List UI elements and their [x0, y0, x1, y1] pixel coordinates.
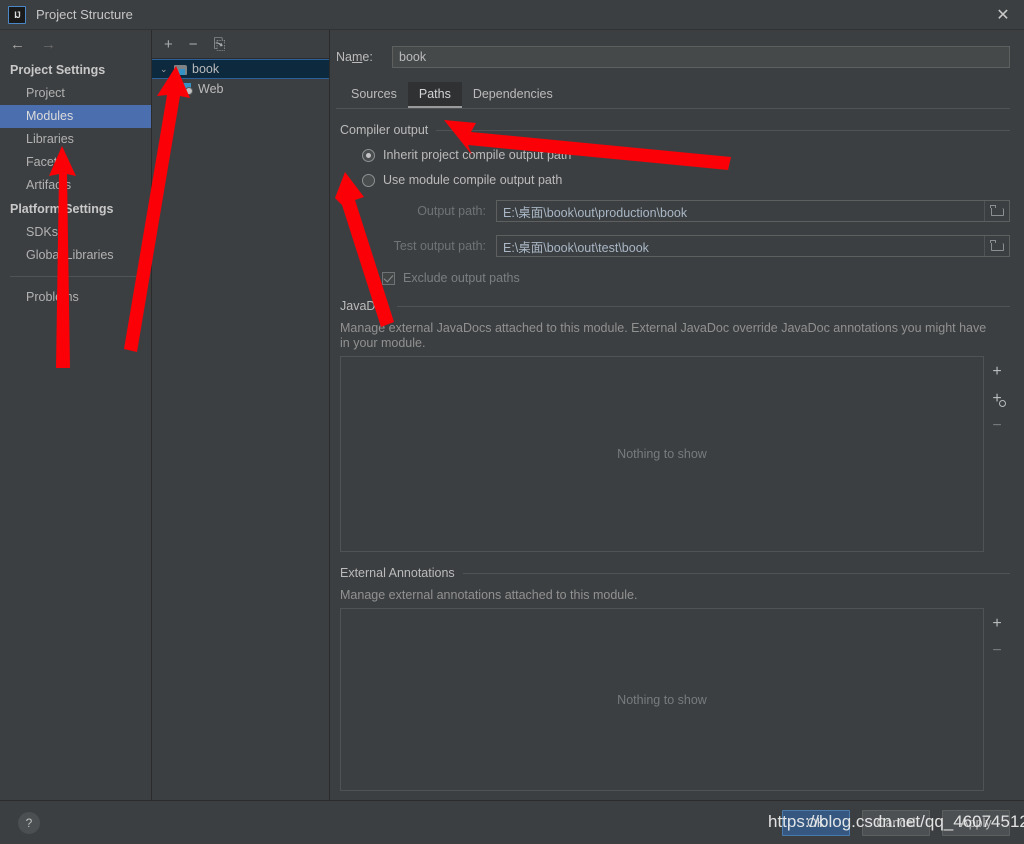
- module-name-input[interactable]: [392, 46, 1010, 68]
- javadoc-group-header: JavaDoc: [336, 299, 1010, 313]
- module-tree-toolbar: + − ⎘: [152, 30, 329, 59]
- module-tabs: Sources Paths Dependencies: [336, 82, 1010, 109]
- cancel-button[interactable]: Cancel: [862, 809, 930, 836]
- javadoc-label: JavaDoc: [340, 299, 389, 313]
- javadoc-add-icon[interactable]: +: [988, 364, 1006, 380]
- apply-button[interactable]: Apply: [942, 809, 1010, 836]
- tree-node-label: book: [192, 62, 220, 76]
- exclude-output-paths-label: Exclude output paths: [403, 271, 520, 285]
- external-annotations-description: Manage external annotations attached to …: [340, 588, 638, 602]
- group-separator-line: [396, 305, 1010, 307]
- exclude-output-paths-row[interactable]: Exclude output paths: [336, 271, 1010, 285]
- module-name-row: Name:: [336, 42, 1010, 68]
- inherit-output-path-radio-row[interactable]: Inherit project compile output path: [336, 148, 1010, 162]
- module-output-path-radio-row[interactable]: Use module compile output path: [336, 173, 1010, 187]
- test-output-path-row: Test output path:: [336, 235, 1010, 257]
- chevron-down-icon[interactable]: ⌄: [160, 64, 174, 75]
- sidebar-item-global-libraries[interactable]: Global Libraries: [0, 244, 151, 267]
- sidebar-item-facets[interactable]: Facets: [0, 151, 151, 174]
- close-icon[interactable]: ✕: [988, 3, 1018, 27]
- ok-button[interactable]: OK: [782, 809, 850, 836]
- group-separator-line: [436, 129, 1010, 131]
- javadoc-description: Manage external JavaDocs attached to thi…: [340, 321, 987, 350]
- external-annotations-group-header: External Annotations: [336, 566, 1010, 580]
- sidebar-group-platform-settings: Platform Settings: [10, 202, 114, 216]
- folder-icon: [990, 205, 1004, 216]
- tree-node-web[interactable]: Web: [152, 79, 329, 99]
- module-icon: [174, 64, 187, 75]
- tab-paths[interactable]: Paths: [407, 82, 462, 108]
- folder-icon: [990, 240, 1004, 251]
- remove-module-icon[interactable]: −: [189, 37, 198, 52]
- external-annotations-list[interactable]: Nothing to show: [340, 608, 984, 791]
- module-output-path-label: Use module compile output path: [383, 173, 563, 187]
- javadoc-remove-icon[interactable]: −: [988, 418, 1006, 434]
- output-path-field[interactable]: [496, 200, 1010, 222]
- javadoc-list[interactable]: Nothing to show: [340, 356, 984, 552]
- tree-node-book[interactable]: ⌄ book: [152, 59, 329, 79]
- forward-arrow-icon[interactable]: →: [41, 37, 56, 52]
- compiler-output-label: Compiler output: [340, 123, 429, 137]
- sidebar-item-project[interactable]: Project: [0, 82, 151, 105]
- javadoc-list-box: Nothing to show + + −: [340, 356, 1010, 552]
- javadoc-list-buttons: + + −: [984, 356, 1010, 552]
- copy-module-icon[interactable]: ⎘: [214, 37, 226, 52]
- dialog-body: ← → Project Settings Project Modules Lib…: [0, 30, 1024, 800]
- output-path-row: Output path:: [336, 200, 1010, 222]
- sidebar-item-libraries[interactable]: Libraries: [0, 128, 151, 151]
- intellij-idea-icon: IJ: [8, 5, 26, 24]
- inherit-output-path-radio[interactable]: [362, 148, 375, 162]
- test-output-path-field[interactable]: [496, 235, 1010, 257]
- exclude-output-paths-checkbox[interactable]: [382, 271, 395, 285]
- module-name-label: Name:: [336, 50, 373, 64]
- help-icon[interactable]: ?: [18, 811, 40, 834]
- web-facet-icon: [180, 83, 193, 95]
- compiler-output-group-header: Compiler output: [336, 123, 1010, 137]
- module-tree-panel: + − ⎘ ⌄ book Web: [152, 30, 330, 800]
- dialog-button-bar: ? OK Cancel Apply: [0, 800, 1024, 844]
- group-separator-line: [462, 572, 1010, 574]
- module-output-path-radio[interactable]: [362, 173, 375, 187]
- external-annotations-remove-icon[interactable]: −: [988, 643, 1006, 659]
- external-annotations-add-icon[interactable]: +: [988, 616, 1006, 632]
- sidebar-group-project-settings: Project Settings: [10, 63, 106, 77]
- test-output-path-label: Test output path:: [393, 239, 486, 253]
- test-output-path-browse-button[interactable]: [984, 236, 1009, 256]
- window-title-bar: IJ Project Structure ✕: [0, 0, 1024, 30]
- test-output-path-input[interactable]: [497, 236, 984, 256]
- tree-node-label: Web: [198, 82, 224, 96]
- back-arrow-icon[interactable]: ←: [10, 37, 25, 52]
- sidebar-divider: [10, 276, 141, 277]
- output-path-label: Output path:: [417, 204, 486, 218]
- inherit-output-path-label: Inherit project compile output path: [383, 148, 572, 162]
- external-annotations-label: External Annotations: [340, 566, 455, 580]
- module-detail-panel: Name: Sources Paths Dependencies Compile…: [330, 30, 1024, 800]
- tab-dependencies[interactable]: Dependencies: [462, 82, 564, 108]
- sidebar-item-sdks[interactable]: SDKs: [0, 221, 151, 244]
- external-annotations-empty-text: Nothing to show: [617, 692, 707, 707]
- settings-sidebar: ← → Project Settings Project Modules Lib…: [0, 30, 152, 800]
- tab-sources[interactable]: Sources: [340, 82, 408, 108]
- sidebar-item-modules[interactable]: Modules: [0, 105, 151, 128]
- external-annotations-list-buttons: + −: [984, 608, 1010, 791]
- output-path-browse-button[interactable]: [984, 201, 1009, 221]
- sidebar-item-problems[interactable]: Problems: [0, 286, 151, 309]
- javadoc-add-url-icon[interactable]: +: [988, 391, 1006, 407]
- external-annotations-list-box: Nothing to show + −: [340, 608, 1010, 791]
- navigation-arrows: ← →: [0, 30, 151, 58]
- add-module-icon[interactable]: +: [164, 37, 173, 52]
- window-title: Project Structure: [36, 7, 133, 22]
- output-path-input[interactable]: [497, 201, 984, 221]
- sidebar-item-artifacts[interactable]: Artifacts: [0, 174, 151, 197]
- javadoc-empty-text: Nothing to show: [617, 447, 707, 461]
